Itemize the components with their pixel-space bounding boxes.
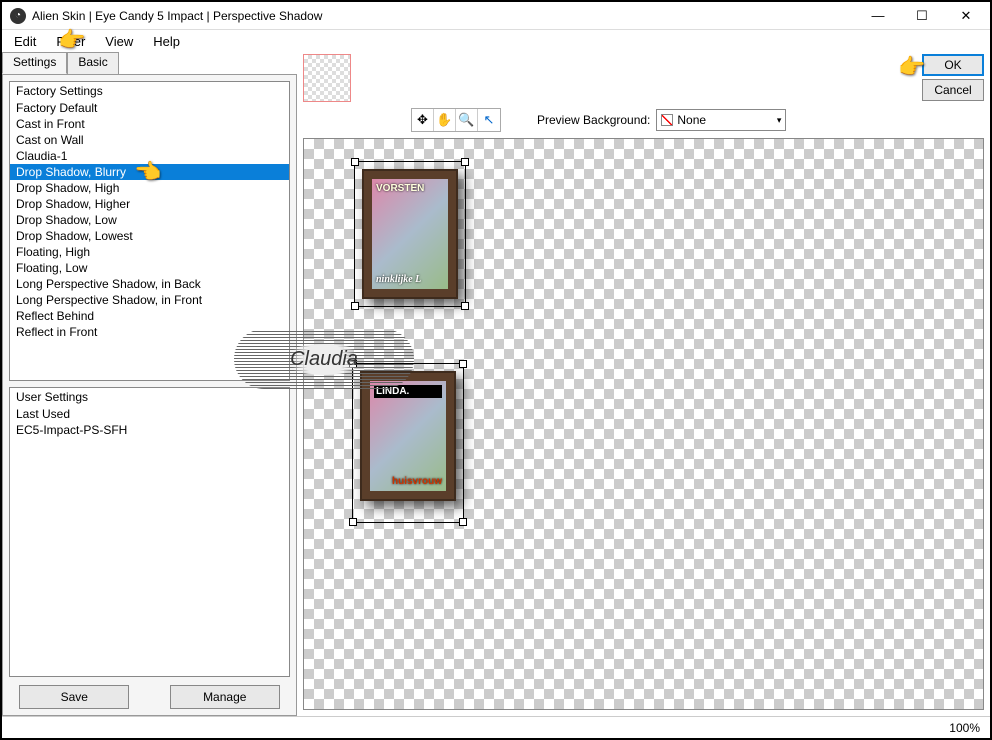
chevron-down-icon: ▾ — [777, 115, 782, 126]
right-panel: OK Cancel 👉 ✥ ✋ 🔍 ↖ Preview Background: … — [297, 52, 990, 716]
resize-handle[interactable] — [349, 360, 357, 368]
list-item[interactable]: Claudia-1 — [10, 148, 289, 164]
save-button[interactable]: Save — [19, 685, 129, 709]
mag2-title: LINDA. — [374, 385, 442, 398]
settings-buttons: Save Manage — [9, 677, 290, 709]
menu-view[interactable]: View — [97, 32, 141, 51]
list-item[interactable]: Long Perspective Shadow, in Back — [10, 276, 289, 292]
list-item[interactable]: Cast in Front — [10, 116, 289, 132]
user-settings-list[interactable]: User Settings Last UsedEC5-Impact-PS-SFH — [9, 387, 290, 677]
preview-background-label: Preview Background: — [537, 113, 650, 127]
dialog-buttons: OK Cancel 👉 — [922, 54, 984, 101]
preview-background-select[interactable]: None ▾ — [656, 109, 786, 131]
content: Settings Basic Factory Settings Factory … — [2, 52, 990, 716]
list-item[interactable]: Long Perspective Shadow, in Front — [10, 292, 289, 308]
resize-handle[interactable] — [461, 158, 469, 166]
menu-edit[interactable]: Edit — [6, 32, 44, 51]
titlebar: ◔ Alien Skin | Eye Candy 5 Impact | Pers… — [2, 2, 990, 30]
action-row: ✥ ✋ 🔍 ↖ Preview Background: None ▾ — [297, 102, 990, 138]
list-item[interactable]: Floating, Low — [10, 260, 289, 276]
preview-object-2[interactable]: LINDA. huisvrouw — [360, 371, 456, 501]
close-button[interactable]: ✕ — [944, 3, 988, 29]
list-item[interactable]: Cast on Wall — [10, 132, 289, 148]
move-tool-icon[interactable]: ✥ — [412, 109, 434, 131]
tool-icons: ✥ ✋ 🔍 ↖ — [411, 108, 501, 132]
window-title: Alien Skin | Eye Candy 5 Impact | Perspe… — [32, 9, 856, 23]
settings-panel: Factory Settings Factory DefaultCast in … — [2, 74, 297, 716]
menu-filter[interactable]: Filter — [48, 32, 93, 51]
list-item[interactable]: Drop Shadow, High — [10, 180, 289, 196]
none-swatch-icon — [661, 114, 673, 126]
list-item[interactable]: Drop Shadow, Higher — [10, 196, 289, 212]
preview-canvas[interactable]: VORSTEN ninklijke L LINDA. huisvrouw — [303, 138, 984, 710]
preview-background-control: Preview Background: None ▾ — [537, 109, 786, 131]
factory-settings-header: Factory Settings — [10, 82, 289, 100]
resize-handle[interactable] — [461, 302, 469, 310]
preview-background-value: None — [677, 113, 706, 127]
factory-settings-list[interactable]: Factory Settings Factory DefaultCast in … — [9, 81, 290, 381]
resize-handle[interactable] — [351, 158, 359, 166]
tab-strip: Settings Basic — [2, 52, 297, 74]
mag1-caption: ninklijke L — [376, 274, 444, 285]
tab-basic[interactable]: Basic — [67, 52, 118, 74]
list-item[interactable]: Floating, High — [10, 244, 289, 260]
hand-tool-icon[interactable]: ✋ — [434, 109, 456, 131]
list-item[interactable]: Drop Shadow, Lowest — [10, 228, 289, 244]
resize-handle[interactable] — [459, 360, 467, 368]
ok-button[interactable]: OK — [922, 54, 984, 76]
list-item[interactable]: Last Used — [10, 406, 289, 422]
pointer-tool-icon[interactable]: ↖ — [478, 109, 500, 131]
preview-object-1[interactable]: VORSTEN ninklijke L — [362, 169, 458, 299]
resize-handle[interactable] — [459, 518, 467, 526]
list-item[interactable]: Drop Shadow, Low — [10, 212, 289, 228]
thumbnail-strip — [297, 52, 990, 102]
list-item[interactable]: Drop Shadow, Blurry👈 — [10, 164, 289, 180]
user-settings-header: User Settings — [10, 388, 289, 406]
tab-settings[interactable]: Settings — [2, 52, 67, 74]
list-item[interactable]: Reflect Behind — [10, 308, 289, 324]
list-item[interactable]: EC5-Impact-PS-SFH — [10, 422, 289, 438]
zoom-level: 100% — [949, 721, 980, 735]
window-controls: — ☐ ✕ — [856, 3, 988, 29]
list-item[interactable]: Factory Default — [10, 100, 289, 116]
mag2-caption: huisvrouw — [392, 476, 442, 487]
menu-help[interactable]: Help — [145, 32, 188, 51]
cancel-button[interactable]: Cancel — [922, 79, 984, 101]
resize-handle[interactable] — [351, 302, 359, 310]
mag1-title: VORSTEN — [376, 183, 444, 194]
menubar: Edit Filter View Help 👉 — [2, 30, 990, 52]
list-item[interactable]: Reflect in Front — [10, 324, 289, 340]
manage-button[interactable]: Manage — [170, 685, 280, 709]
thumbnail[interactable] — [303, 54, 351, 102]
maximize-button[interactable]: ☐ — [900, 3, 944, 29]
minimize-button[interactable]: — — [856, 3, 900, 29]
resize-handle[interactable] — [349, 518, 357, 526]
left-panel: Settings Basic Factory Settings Factory … — [2, 52, 297, 716]
statusbar: 100% — [2, 716, 990, 738]
zoom-tool-icon[interactable]: 🔍 — [456, 109, 478, 131]
app-icon: ◔ — [10, 8, 26, 24]
